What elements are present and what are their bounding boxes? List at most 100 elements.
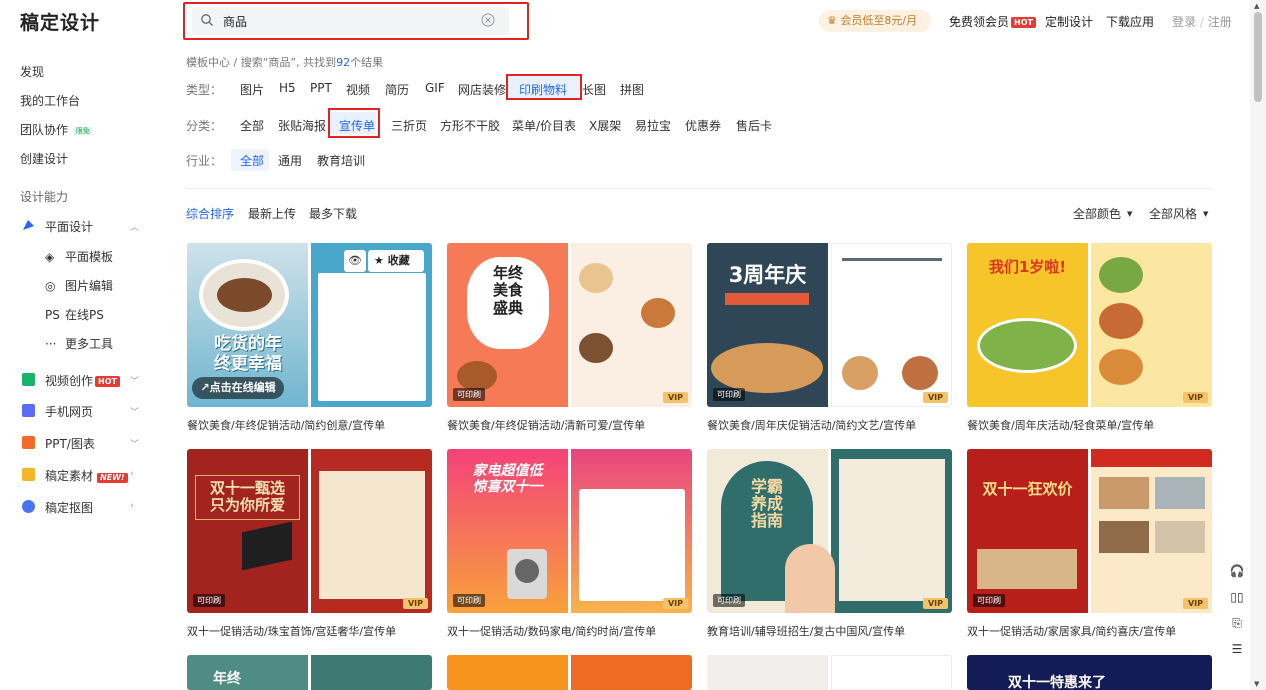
sidebar-item-workspace[interactable]: 我的工作台 xyxy=(20,92,80,109)
sidebar-sub-image-edit[interactable]: ◎ 图片编辑 xyxy=(45,277,113,294)
card-title[interactable]: 双十一促销活动/家居家具/简约喜庆/宣传单 xyxy=(967,623,1176,639)
category-option-trifold[interactable]: 三折页 xyxy=(391,117,427,134)
style-filter-dropdown[interactable]: 全部风格 ▼ xyxy=(1149,205,1208,222)
sort-option-latest[interactable]: 最新上传 xyxy=(248,205,296,222)
template-card[interactable] xyxy=(447,655,692,690)
chevron-up-icon[interactable]: ︿ xyxy=(130,220,139,233)
category-option-flyer[interactable]: 宣传单 xyxy=(339,117,375,134)
feedback-icon[interactable]: ⎘ xyxy=(1226,616,1248,638)
custom-design-link[interactable]: 定制设计 xyxy=(1045,13,1093,30)
type-option-shop[interactable]: 网店装修 xyxy=(458,81,506,98)
sidebar-item-discover[interactable]: 发现 xyxy=(20,63,44,80)
sort-option-downloads[interactable]: 最多下载 xyxy=(309,205,357,222)
chevron-down-icon[interactable]: ﹀ xyxy=(130,437,139,450)
sidebar-sub-more-tools[interactable]: ··· 更多工具 xyxy=(45,335,113,352)
type-option-video[interactable]: 视频 xyxy=(346,81,370,98)
category-option-all[interactable]: 全部 xyxy=(240,117,264,134)
card-title[interactable]: 餐饮美食/周年庆促销活动/简约文艺/宣传单 xyxy=(707,417,916,433)
category-option-aftersale[interactable]: 售后卡 xyxy=(736,117,772,134)
chevron-right-icon[interactable]: › xyxy=(130,469,134,479)
brand-logo[interactable]: 稿定设计 xyxy=(20,8,100,35)
card-title[interactable]: 餐饮美食/年终促销活动/简约创意/宣传单 xyxy=(187,417,385,433)
category-option-poster[interactable]: 张贴海报 xyxy=(278,117,326,134)
chevron-right-icon[interactable]: › xyxy=(130,501,134,511)
template-card[interactable]: 双十一狂欢价 可印刷 VIP xyxy=(967,449,1212,613)
sidebar-item-team[interactable]: 团队协作 限免 xyxy=(20,121,92,138)
vip-promo-button[interactable]: ♛ 会员低至8元/月 xyxy=(819,10,931,32)
message-icon[interactable]: ☰ xyxy=(1226,642,1248,664)
sidebar-item-video[interactable]: 视频创作 HOT xyxy=(45,372,120,389)
food-image xyxy=(457,361,497,391)
template-card[interactable] xyxy=(707,655,952,690)
sidebar-item-assets[interactable]: 稿定素材 NEW! xyxy=(45,467,128,484)
card-title[interactable]: 餐饮美食/周年庆活动/轻食菜单/宣传单 xyxy=(967,417,1154,433)
card-title[interactable]: 双十一促销活动/数码家电/简约时尚/宣传单 xyxy=(447,623,656,639)
type-option-h5[interactable]: H5 xyxy=(279,81,296,95)
sidebar-item-cutout[interactable]: 稿定抠图 xyxy=(45,499,93,516)
video-label: 视频创作 xyxy=(45,374,94,388)
clear-icon[interactable] xyxy=(481,13,495,27)
star-icon: ★ xyxy=(374,254,388,267)
card-title[interactable]: 餐饮美食/年终促销活动/清新可爱/宣传单 xyxy=(447,417,645,433)
hot-badge: HOT xyxy=(1011,17,1036,28)
industry-option-education[interactable]: 教育培训 xyxy=(317,152,365,169)
scroll-down-icon[interactable]: ▼ xyxy=(1254,680,1259,688)
sidebar-sub-templates[interactable]: ◈ 平面模板 xyxy=(45,248,113,265)
poster-image: 我们1岁啦! xyxy=(967,243,1088,407)
sort-option-default[interactable]: 综合排序 xyxy=(186,205,234,222)
scroll-up-icon[interactable]: ▲ xyxy=(1254,2,1259,10)
sidebar-item-flat-design[interactable]: 平面设计 xyxy=(45,218,93,235)
category-option-menu[interactable]: 菜单/价目表 xyxy=(512,117,576,134)
free-vip-link[interactable]: 免费领会员 HOT xyxy=(949,13,1036,30)
poster-image xyxy=(831,243,952,407)
register-link[interactable]: 注册 xyxy=(1208,15,1232,29)
scroll-thumb[interactable] xyxy=(1254,12,1262,102)
type-option-ppt[interactable]: PPT xyxy=(310,81,332,95)
type-option-gif[interactable]: GIF xyxy=(425,81,445,95)
free-limit-badge: 限免 xyxy=(73,127,92,135)
template-card[interactable]: 我们1岁啦! VIP xyxy=(967,243,1212,407)
template-card[interactable]: 年终 xyxy=(187,655,432,690)
page-scrollbar[interactable]: ▲ ▼ xyxy=(1250,0,1266,690)
type-option-resume[interactable]: 简历 xyxy=(385,81,409,98)
sidebar-item-ppt[interactable]: PPT/图表 xyxy=(45,435,95,452)
type-filter-row: 类型： 图片 H5 PPT 视频 简历 GIF 网店装修 印刷物料 长图 拼图 xyxy=(186,74,1212,100)
templates-label: 平面模板 xyxy=(65,250,114,264)
search-input[interactable]: 商品 xyxy=(192,7,509,35)
card-title[interactable]: 双十一促销活动/珠宝首饰/宫廷奢华/宣传单 xyxy=(187,623,396,639)
dropdown-arrow-icon: ▼ xyxy=(1127,210,1133,218)
edit-online-button[interactable]: ↗点击在线编辑 xyxy=(192,377,284,399)
chevron-down-icon[interactable]: ﹀ xyxy=(130,374,139,387)
category-option-coupon[interactable]: 优惠券 xyxy=(685,117,721,134)
card-title[interactable]: 教育培训/辅导班招生/复古中国风/宣传单 xyxy=(707,623,905,639)
template-card[interactable]: 年终 美食 盛典 可印刷 VIP xyxy=(447,243,692,407)
template-card[interactable]: 学霸养成指南 可印刷 VIP xyxy=(707,449,952,613)
sidebar-item-mobile[interactable]: 手机网页 xyxy=(45,403,93,420)
download-app-link[interactable]: 下载应用 xyxy=(1106,13,1154,30)
category-option-x-stand[interactable]: X展架 xyxy=(589,117,621,134)
industry-option-all[interactable]: 全部 xyxy=(240,152,264,169)
category-option-rollup[interactable]: 易拉宝 xyxy=(635,117,671,134)
category-option-sticker[interactable]: 方形不干胶 xyxy=(440,117,500,134)
poster-headline: 双十一特惠来了 xyxy=(1008,675,1106,690)
login-link[interactable]: 登录 xyxy=(1172,15,1196,29)
color-filter-dropdown[interactable]: 全部颜色 ▼ xyxy=(1073,205,1132,222)
layout-icon[interactable]: ▯▯ xyxy=(1226,590,1248,612)
template-card[interactable]: 3周年庆 可印刷 VIP xyxy=(707,243,952,407)
sidebar-sub-online-ps[interactable]: PS 在线PS xyxy=(45,306,104,323)
type-option-print[interactable]: 印刷物料 xyxy=(519,81,567,98)
industry-option-general[interactable]: 通用 xyxy=(278,152,302,169)
chevron-down-icon[interactable]: ﹀ xyxy=(130,405,139,418)
template-card[interactable]: 双十一特惠来了 xyxy=(967,655,1212,690)
headset-icon[interactable]: 🎧 xyxy=(1226,564,1248,586)
preview-icon[interactable]: 👁 xyxy=(344,250,366,272)
favorite-button[interactable]: ★ 收藏 xyxy=(368,250,424,272)
sidebar-item-create[interactable]: 创建设计 xyxy=(20,150,68,167)
type-option-long-image[interactable]: 长图 xyxy=(582,81,606,98)
template-card[interactable]: 家电超值低 惊喜双十一 可印刷 VIP xyxy=(447,449,692,613)
print-tag: 可印刷 xyxy=(193,594,225,607)
food-image xyxy=(1099,303,1143,339)
type-option-image[interactable]: 图片 xyxy=(240,81,264,98)
type-option-collage[interactable]: 拼图 xyxy=(620,81,644,98)
template-card[interactable]: 双十一甄选 只为你所爱 可印刷 VIP xyxy=(187,449,432,613)
